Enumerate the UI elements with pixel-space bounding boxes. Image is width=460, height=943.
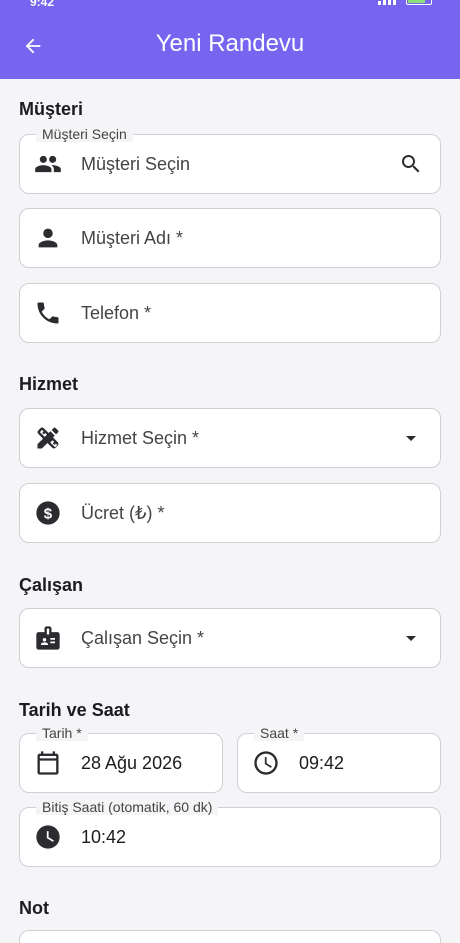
note-field[interactable] <box>19 930 441 943</box>
money-icon: $ <box>34 499 62 527</box>
price-field[interactable]: $ Ücret (₺) * <box>19 483 441 543</box>
end-time-label: Bitiş Saati (otomatik, 60 dk) <box>36 799 219 815</box>
calendar-icon <box>34 749 62 777</box>
customer-name-placeholder: Müşteri Adı * <box>81 227 184 248</box>
status-icons <box>378 0 432 5</box>
service-select-dropdown[interactable]: Hizmet Seçin * <box>19 408 441 468</box>
signal-icon <box>378 0 400 5</box>
status-time: 9:42 <box>30 0 55 9</box>
person-icon <box>34 224 62 252</box>
battery-icon <box>406 0 432 5</box>
date-field[interactable]: Tarih * 28 Ağu 2026 <box>19 725 223 793</box>
dropdown-arrow-icon[interactable] <box>398 625 424 651</box>
badge-icon <box>34 624 62 652</box>
employee-select-dropdown[interactable]: Çalışan Seçin * <box>19 608 441 668</box>
date-label: Tarih * <box>36 725 88 741</box>
section-title-hizmet: Hizmet <box>19 374 79 394</box>
phone-placeholder: Telefon * <box>81 302 152 323</box>
customer-select-label: Müşteri Seçin <box>36 126 133 142</box>
search-icon[interactable] <box>398 151 424 177</box>
time-field[interactable]: Saat * 09:42 <box>237 725 441 793</box>
dropdown-arrow-icon[interactable] <box>398 425 424 451</box>
customer-select-placeholder: Müşteri Seçin <box>81 153 191 174</box>
end-time-value: 10:42 <box>81 826 127 847</box>
service-select-placeholder: Hizmet Seçin * <box>81 427 200 448</box>
phone-icon <box>34 299 62 327</box>
clock-filled-icon <box>34 823 62 851</box>
section-title-musteri: Müşteri <box>19 99 84 119</box>
end-time-field[interactable]: Bitiş Saati (otomatik, 60 dk) 10:42 <box>19 799 441 867</box>
time-value: 09:42 <box>299 752 345 773</box>
app-bar: 9:42 Yeni Randevu <box>0 0 460 79</box>
date-value: 28 Ağu 2026 <box>81 752 183 773</box>
phone-field[interactable]: Telefon * <box>19 283 441 343</box>
status-bar: 9:42 <box>0 0 460 12</box>
employee-select-placeholder: Çalışan Seçin * <box>81 627 205 648</box>
design-services-icon <box>34 424 62 452</box>
price-placeholder: Ücret (₺) * <box>81 502 165 523</box>
page-title: Yeni Randevu <box>155 30 305 57</box>
people-icon <box>34 150 62 178</box>
customer-select-field[interactable]: Müşteri Seçin Müşteri Seçin <box>19 126 441 194</box>
section-title-tarih-saat: Tarih ve Saat <box>19 700 130 720</box>
section-title-calisan: Çalışan <box>19 575 84 595</box>
svg-text:$: $ <box>44 505 53 522</box>
clock-outline-icon <box>252 749 280 777</box>
time-label: Saat * <box>254 725 305 741</box>
section-title-not: Not <box>19 898 49 918</box>
customer-name-field[interactable]: Müşteri Adı * <box>19 208 441 268</box>
